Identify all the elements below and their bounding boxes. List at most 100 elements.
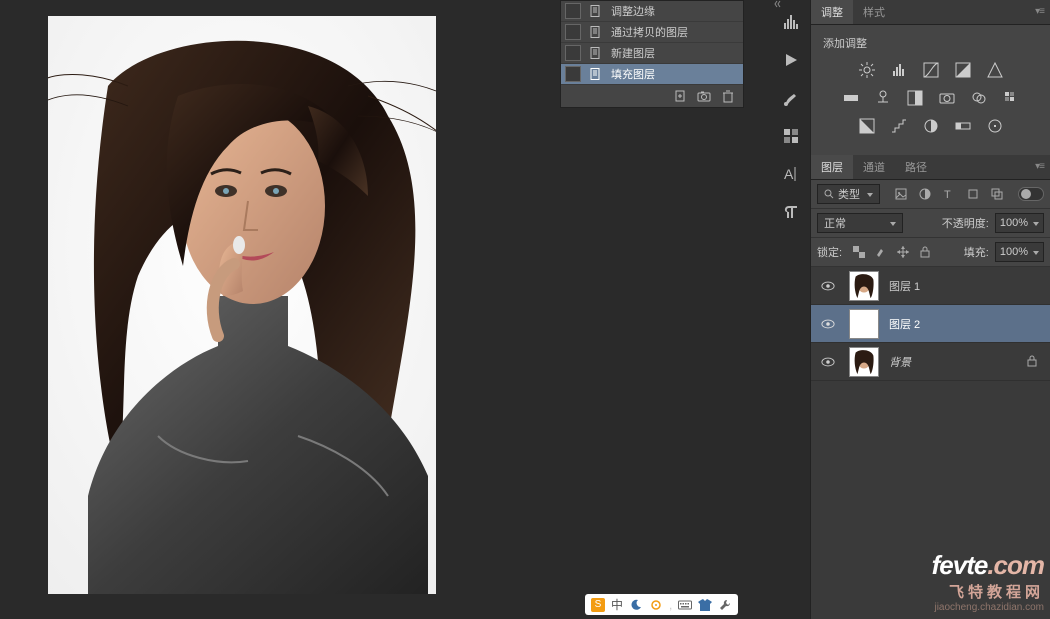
visibility-eye-icon[interactable] xyxy=(821,355,835,369)
blend-mode-value: 正常 xyxy=(824,215,846,231)
layer-row[interactable]: 背景 xyxy=(811,343,1050,381)
curves-icon[interactable] xyxy=(922,61,940,79)
channel-mixer-icon[interactable] xyxy=(970,89,988,107)
visibility-eye-icon[interactable] xyxy=(821,279,835,293)
chevron-down-icon xyxy=(1030,246,1039,258)
levels-icon[interactable] xyxy=(890,61,908,79)
shirt-icon[interactable] xyxy=(698,598,712,612)
color-balance-icon[interactable] xyxy=(874,89,892,107)
dropdown-item-layer-via-copy[interactable]: 通过拷贝的图层 xyxy=(561,22,743,43)
filter-pixel-icon[interactable] xyxy=(894,187,908,201)
ime-toolbar[interactable]: S 中 , xyxy=(585,594,738,615)
lock-pixels-icon[interactable] xyxy=(874,245,888,259)
layer-name[interactable]: 背景 xyxy=(889,354,1016,370)
layer-name[interactable]: 图层 1 xyxy=(889,278,1044,294)
adjustments-body: 添加调整 xyxy=(811,25,1050,155)
filter-adjustment-icon[interactable] xyxy=(918,187,932,201)
svg-text:T: T xyxy=(944,189,951,200)
wrench-icon[interactable] xyxy=(718,598,732,612)
opacity-label: 不透明度: xyxy=(942,215,989,231)
document-icon xyxy=(589,67,603,81)
layer-row[interactable]: 图层 2 xyxy=(811,305,1050,343)
layer-row[interactable]: 图层 1 xyxy=(811,267,1050,305)
filter-type-select[interactable]: 类型 xyxy=(817,184,880,204)
svg-text:A: A xyxy=(784,166,794,182)
filter-smart-icon[interactable] xyxy=(990,187,1004,201)
threshold-icon[interactable] xyxy=(922,117,940,135)
dropdown-label: 通过拷贝的图层 xyxy=(611,24,688,40)
ime-lang-label[interactable]: 中 xyxy=(611,596,623,613)
moon-icon[interactable] xyxy=(629,598,643,612)
opacity-value: 100% xyxy=(1000,217,1028,229)
document-icon xyxy=(589,25,603,39)
dropdown-label: 填充图层 xyxy=(611,66,655,82)
exposure-icon[interactable] xyxy=(954,61,972,79)
selective-color-icon[interactable] xyxy=(986,117,1004,135)
paragraph-icon[interactable] xyxy=(781,202,801,222)
document-icon xyxy=(589,4,603,18)
hue-sat-icon[interactable] xyxy=(842,89,860,107)
camera-icon[interactable] xyxy=(697,89,711,103)
layer-name[interactable]: 图层 2 xyxy=(889,316,1044,332)
canvas[interactable] xyxy=(48,16,436,594)
brightness-icon[interactable] xyxy=(858,61,876,79)
panel-menu-icon[interactable]: ▾≡ xyxy=(1035,161,1044,172)
right-panels: PS教程论坛 BBS.16XX8.COM 调整 样式 ▾≡ 添加调整 xyxy=(810,0,1050,619)
panel-menu-icon[interactable]: ▾≡ xyxy=(1035,6,1044,17)
tab-channels[interactable]: 通道 xyxy=(853,155,895,179)
color-lookup-icon[interactable] xyxy=(1002,89,1020,107)
adjustments-panel-header: 调整 样式 ▾≡ xyxy=(811,0,1050,25)
fill-input[interactable]: 100% xyxy=(995,242,1044,262)
dropdown-label: 调整边缘 xyxy=(611,3,655,19)
ime-logo-icon: S xyxy=(591,598,605,612)
filter-type-label: 类型 xyxy=(838,186,860,202)
dropdown-footer xyxy=(561,85,743,107)
tab-paths[interactable]: 路径 xyxy=(895,155,937,179)
vibrance-icon[interactable] xyxy=(986,61,1004,79)
layer-thumbnail xyxy=(849,271,879,301)
checkbox-icon xyxy=(565,45,581,61)
posterize-icon[interactable] xyxy=(890,117,908,135)
dropdown-item-refine-edge[interactable]: 调整边缘 xyxy=(561,1,743,22)
circle-dot-icon[interactable] xyxy=(649,598,663,612)
search-icon xyxy=(824,189,834,199)
lock-transparency-icon[interactable] xyxy=(852,245,866,259)
dropdown-item-fill-layer[interactable]: 填充图层 xyxy=(561,64,743,85)
lock-row: 锁定: 填充: 100% xyxy=(811,238,1050,267)
filter-shape-icon[interactable] xyxy=(966,187,980,201)
lock-position-icon[interactable] xyxy=(896,245,910,259)
filter-switch[interactable] xyxy=(1018,187,1044,201)
invert-icon[interactable] xyxy=(858,117,876,135)
histogram-icon[interactable] xyxy=(781,12,801,32)
keyboard-icon[interactable] xyxy=(678,598,692,612)
opacity-input[interactable]: 100% xyxy=(995,213,1044,233)
play-icon[interactable] xyxy=(781,50,801,70)
brush-icon[interactable] xyxy=(781,88,801,108)
collapsed-panel-toolbar: A xyxy=(774,0,808,222)
add-adjustment-label: 添加调整 xyxy=(823,35,1042,51)
add-to-action-icon[interactable] xyxy=(673,89,687,103)
photo-filter-icon[interactable] xyxy=(938,89,956,107)
document-icon xyxy=(589,46,603,60)
separator: , xyxy=(669,598,672,612)
blend-mode-row: 正常 不透明度: 100% xyxy=(811,209,1050,238)
filter-type-text-icon[interactable]: T xyxy=(942,187,956,201)
tab-adjustments[interactable]: 调整 xyxy=(811,0,853,24)
layers-panel-header: 图层 通道 路径 ▾≡ xyxy=(811,155,1050,180)
tab-layers[interactable]: 图层 xyxy=(811,155,853,179)
lock-all-icon[interactable] xyxy=(918,245,932,259)
actions-dropdown: 调整边缘 通过拷贝的图层 新建图层 填充图层 xyxy=(560,0,744,108)
swatch-icon[interactable] xyxy=(781,126,801,146)
dropdown-label: 新建图层 xyxy=(611,45,655,61)
chevron-down-icon xyxy=(887,217,896,229)
trash-icon[interactable] xyxy=(721,89,735,103)
collapse-arrows-icon[interactable] xyxy=(774,0,788,8)
layer-thumbnail xyxy=(849,347,879,377)
blend-mode-select[interactable]: 正常 xyxy=(817,213,903,233)
visibility-eye-icon[interactable] xyxy=(821,317,835,331)
bw-icon[interactable] xyxy=(906,89,924,107)
gradient-map-icon[interactable] xyxy=(954,117,972,135)
tab-styles[interactable]: 样式 xyxy=(853,0,895,24)
dropdown-item-new-layer[interactable]: 新建图层 xyxy=(561,43,743,64)
character-icon[interactable]: A xyxy=(781,164,801,184)
